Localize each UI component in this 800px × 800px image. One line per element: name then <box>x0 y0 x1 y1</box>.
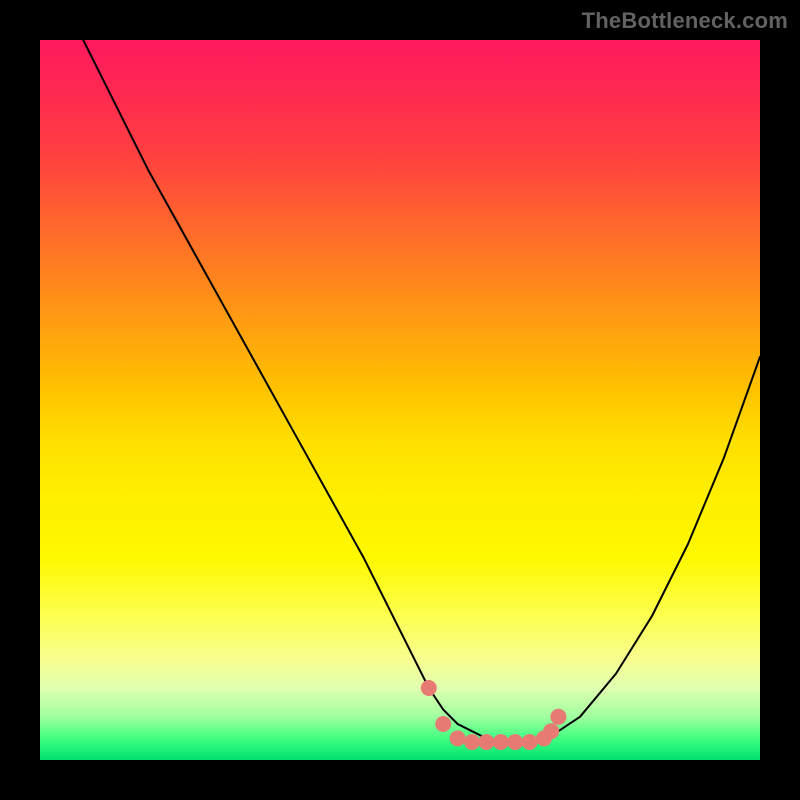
attribution-text: TheBottleneck.com <box>582 8 788 34</box>
marker-dot <box>421 680 437 696</box>
highlight-markers <box>421 680 567 750</box>
curve-svg <box>40 40 760 760</box>
marker-dot <box>507 734 523 750</box>
marker-dot <box>478 734 494 750</box>
plot-area <box>40 40 760 760</box>
chart-container: TheBottleneck.com <box>0 0 800 800</box>
marker-dot <box>550 709 566 725</box>
marker-dot <box>543 723 559 739</box>
marker-dot <box>522 734 538 750</box>
marker-dot <box>464 734 480 750</box>
marker-dot <box>493 734 509 750</box>
bottleneck-curve <box>83 40 760 742</box>
marker-dot <box>435 716 451 732</box>
marker-dot <box>450 730 466 746</box>
